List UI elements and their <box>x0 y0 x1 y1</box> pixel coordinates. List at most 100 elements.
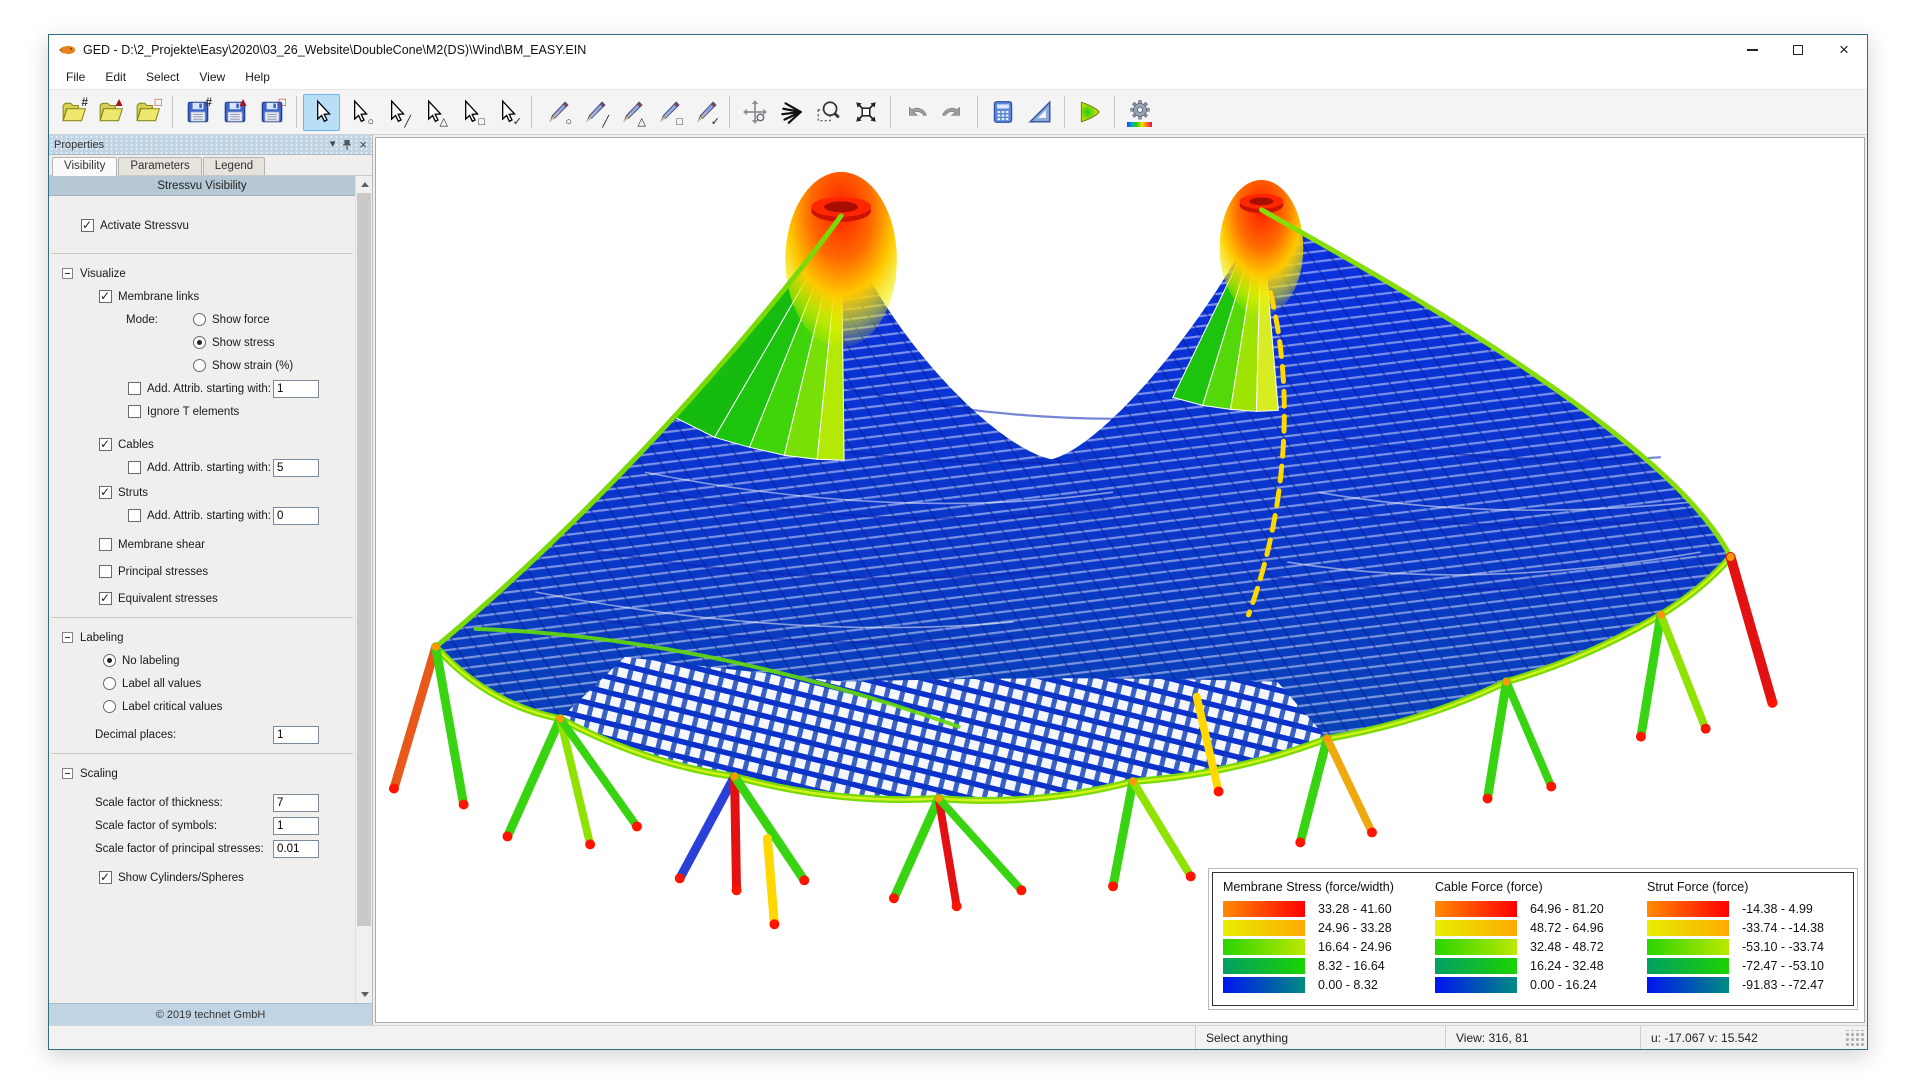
show-force-radio[interactable] <box>193 313 206 326</box>
stressvu-button[interactable] <box>1071 94 1108 131</box>
color-scale-settings-button[interactable] <box>1121 94 1158 131</box>
menu-edit[interactable]: Edit <box>96 67 135 87</box>
legend-row: -91.83 - -72.47 <box>1647 977 1843 993</box>
panel-pin-button[interactable] <box>342 139 352 151</box>
draw-point-button[interactable]: ○ <box>538 94 575 131</box>
membrane-add-attrib-input[interactable] <box>273 380 319 398</box>
save-mesh-button[interactable]: # <box>179 94 216 131</box>
select-point-button[interactable]: ○ <box>340 94 377 131</box>
show-cylinders-row: Show Cylinders/Spheres <box>49 868 355 887</box>
zoom-fit-button[interactable] <box>847 94 884 131</box>
legend-swatch <box>1647 901 1729 917</box>
title-bar[interactable]: GED - D:\2_Projekte\Easy\2020\03_26_Webs… <box>49 35 1867 65</box>
tab-parameters[interactable]: Parameters <box>118 157 201 175</box>
scrollbar-thumb[interactable] <box>357 193 371 926</box>
legend-row: 16.24 - 32.48 <box>1435 958 1631 974</box>
membrane-add-attrib-checkbox[interactable] <box>128 382 141 395</box>
resize-grip[interactable] <box>1845 1030 1865 1047</box>
panel-scrollbar[interactable] <box>355 176 372 1003</box>
calculator-button[interactable] <box>984 94 1021 131</box>
color-scale-bar <box>1127 122 1152 127</box>
legend-range: -72.47 - -53.10 <box>1742 959 1824 973</box>
show-force-label: Show force <box>212 314 270 326</box>
equivalent-stresses-checkbox[interactable] <box>99 592 112 605</box>
sf-principal-input[interactable] <box>273 840 319 858</box>
overlay-glyph: ✓ <box>513 117 522 128</box>
menu-select[interactable]: Select <box>137 67 188 87</box>
close-button[interactable]: × <box>1821 35 1867 65</box>
membrane-links-label: Membrane links <box>118 291 199 303</box>
legend-row: 8.32 - 16.64 <box>1223 958 1419 974</box>
show-strain-radio[interactable] <box>193 359 206 372</box>
select-triangle-button[interactable]: △ <box>414 94 451 131</box>
mode-label: Mode: <box>126 314 193 326</box>
activate-stressvu-checkbox[interactable] <box>81 219 94 232</box>
select-line-button[interactable]: ╱ <box>377 94 414 131</box>
scroll-down-icon[interactable] <box>356 986 372 1003</box>
cables-add-attrib-checkbox[interactable] <box>128 461 141 474</box>
undo-button[interactable] <box>897 94 934 131</box>
open-geometry-button[interactable]: ▲ <box>92 94 129 131</box>
sf-thickness-input[interactable] <box>273 794 319 812</box>
redo-button[interactable] <box>934 94 971 131</box>
ignore-t-checkbox[interactable] <box>128 405 141 418</box>
undo-icon <box>903 99 929 125</box>
menu-help[interactable]: Help <box>236 67 279 87</box>
show-stress-label: Show stress <box>212 337 275 349</box>
viewport[interactable]: Membrane Stress (force/width)33.28 - 41.… <box>375 137 1865 1023</box>
membrane-shear-checkbox[interactable] <box>99 538 112 551</box>
draw-mark-button[interactable]: ✓ <box>686 94 723 131</box>
redraw-button[interactable] <box>773 94 810 131</box>
minimize-button[interactable] <box>1729 35 1775 65</box>
membrane-links-checkbox[interactable] <box>99 290 112 303</box>
select-rectangle-button[interactable]: □ <box>451 94 488 131</box>
tab-legend[interactable]: Legend <box>203 157 265 175</box>
label-all-radio[interactable] <box>103 677 116 690</box>
struts-add-attrib-checkbox[interactable] <box>128 509 141 522</box>
zoom-window-button[interactable] <box>810 94 847 131</box>
open-mesh-button[interactable]: # <box>55 94 92 131</box>
overlay-glyph: △ <box>440 117 448 128</box>
properties-panel-titlebar[interactable]: Properties ▾ × <box>49 135 372 155</box>
struts-checkbox[interactable] <box>99 486 112 499</box>
draw-line-button[interactable]: ╱ <box>575 94 612 131</box>
orbit-view-button[interactable] <box>736 94 773 131</box>
draw-rectangle-button[interactable]: □ <box>649 94 686 131</box>
legend-row: 32.48 - 48.72 <box>1435 939 1631 955</box>
open-boundary-button[interactable]: □ <box>129 94 166 131</box>
cables-row: Cables <box>49 435 355 454</box>
decimal-places-input[interactable] <box>273 726 319 744</box>
sf-principal-label: Scale factor of principal stresses: <box>95 843 273 855</box>
panel-menu-button[interactable]: ▾ <box>330 139 336 150</box>
legend-swatch <box>1435 920 1517 936</box>
maximize-button[interactable] <box>1775 35 1821 65</box>
panel-close-button[interactable]: × <box>359 138 367 151</box>
cables-add-attrib-input[interactable] <box>273 459 319 477</box>
menu-file[interactable]: File <box>57 67 94 87</box>
toolbar: #▲□#▲□○╱△□✓○╱△□✓ <box>49 90 1867 135</box>
divider <box>51 753 353 754</box>
collapse-scaling-icon[interactable] <box>62 768 73 779</box>
save-boundary-button[interactable]: □ <box>253 94 290 131</box>
legend-column: Membrane Stress (force/width)33.28 - 41.… <box>1223 880 1419 996</box>
draw-triangle-button[interactable]: △ <box>612 94 649 131</box>
select-mark-button[interactable]: ✓ <box>488 94 525 131</box>
legend-range: -53.10 - -33.74 <box>1742 940 1824 954</box>
show-stress-radio[interactable] <box>193 336 206 349</box>
struts-add-attrib-input[interactable] <box>273 507 319 525</box>
no-labeling-radio[interactable] <box>103 654 116 667</box>
cables-checkbox[interactable] <box>99 438 112 451</box>
sf-symbols-input[interactable] <box>273 817 319 835</box>
collapse-labeling-icon[interactable] <box>62 632 73 643</box>
select-any-button[interactable] <box>303 94 340 131</box>
show-cylinders-checkbox[interactable] <box>99 871 112 884</box>
menu-view[interactable]: View <box>190 67 234 87</box>
label-critical-radio[interactable] <box>103 700 116 713</box>
collapse-visualize-icon[interactable] <box>62 268 73 279</box>
measure-button[interactable] <box>1021 94 1058 131</box>
tab-visibility[interactable]: Visibility <box>52 157 117 176</box>
save-geometry-button[interactable]: ▲ <box>216 94 253 131</box>
scaling-label: Scaling <box>80 768 118 780</box>
principal-stresses-checkbox[interactable] <box>99 565 112 578</box>
scroll-up-icon[interactable] <box>356 176 372 193</box>
